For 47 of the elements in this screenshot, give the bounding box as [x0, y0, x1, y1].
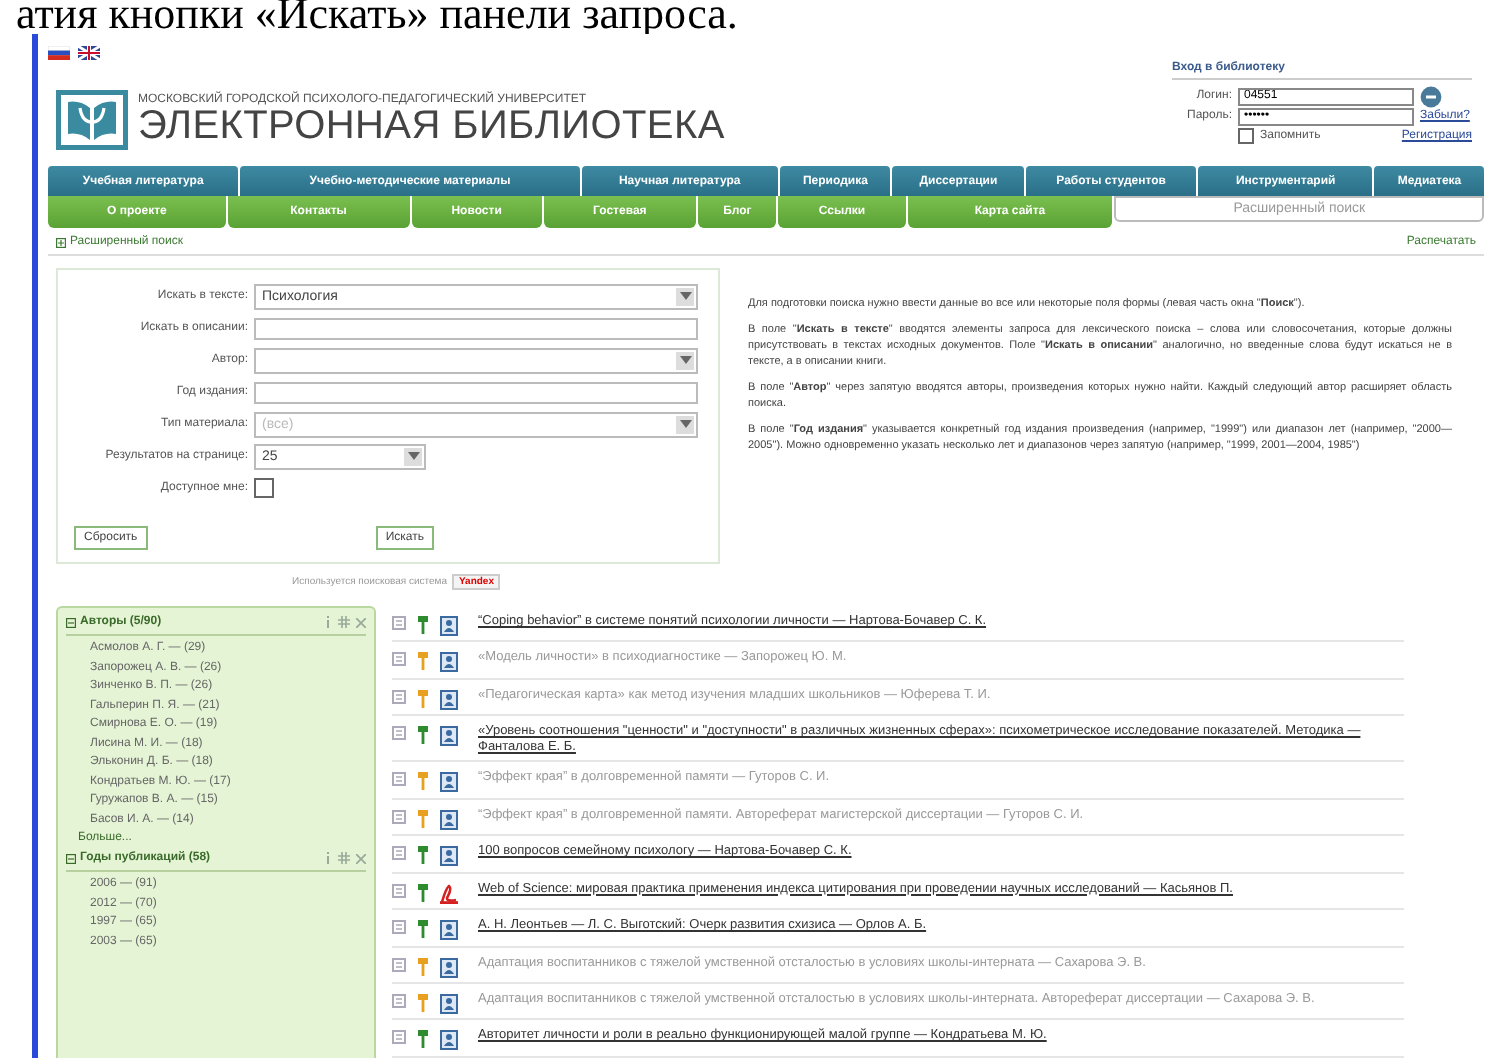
- pdf-icon[interactable]: [440, 883, 458, 904]
- expand-icon[interactable]: [392, 772, 406, 787]
- document-icon[interactable]: [440, 616, 458, 636]
- document-icon[interactable]: [440, 772, 458, 793]
- expand-icon[interactable]: [392, 846, 406, 861]
- expand-icon[interactable]: [392, 1030, 406, 1045]
- dropdown-arrow-icon: [679, 420, 691, 428]
- dropdown-arrow-icon: [679, 356, 691, 364]
- document-icon[interactable]: [440, 920, 458, 941]
- text-field[interactable]: [254, 381, 698, 403]
- open-book-logo-icon: [56, 90, 128, 150]
- collapse-icon[interactable]: [66, 617, 76, 627]
- expand-icon[interactable]: [392, 689, 406, 704]
- document-icon[interactable]: [440, 846, 458, 867]
- expand-icon[interactable]: [392, 809, 406, 824]
- document-icon[interactable]: [440, 652, 458, 673]
- available-checkbox[interactable]: [254, 478, 274, 498]
- expand-icon[interactable]: [392, 883, 406, 898]
- dropdown-arrow-icon: [679, 292, 691, 300]
- close-icon[interactable]: [356, 853, 366, 863]
- info-icon[interactable]: [324, 852, 332, 864]
- expand-icon[interactable]: [392, 920, 406, 935]
- document-icon[interactable]: [440, 957, 458, 978]
- expand-icon[interactable]: [392, 957, 406, 972]
- dropdown-arrow-icon: [407, 452, 419, 460]
- go-button-icon[interactable]: [1420, 85, 1442, 107]
- british-flag-icon[interactable]: [78, 45, 100, 59]
- document-icon[interactable]: [440, 726, 458, 747]
- expand-icon[interactable]: [392, 652, 406, 667]
- collapse-icon[interactable]: [66, 853, 76, 863]
- document-icon[interactable]: [440, 1030, 458, 1051]
- remember-checkbox[interactable]: [1238, 128, 1254, 144]
- document-icon[interactable]: [440, 809, 458, 830]
- sort-icon[interactable]: [338, 616, 350, 628]
- expand-icon[interactable]: [392, 994, 406, 1008]
- expand-icon[interactable]: [56, 237, 66, 247]
- russian-flag-icon[interactable]: [48, 45, 70, 59]
- info-icon[interactable]: [324, 616, 332, 628]
- text-field[interactable]: [254, 317, 698, 339]
- sort-icon[interactable]: [338, 852, 350, 864]
- expand-icon[interactable]: [392, 726, 406, 741]
- document-icon[interactable]: [440, 994, 458, 1014]
- close-icon[interactable]: [356, 617, 366, 627]
- document-icon[interactable]: [440, 689, 458, 710]
- library-title: ЭЛЕКТРОННАЯ БИБЛИОТЕКА: [138, 106, 725, 146]
- dropdown-field[interactable]: [254, 347, 698, 373]
- expand-icon[interactable]: [392, 616, 406, 630]
